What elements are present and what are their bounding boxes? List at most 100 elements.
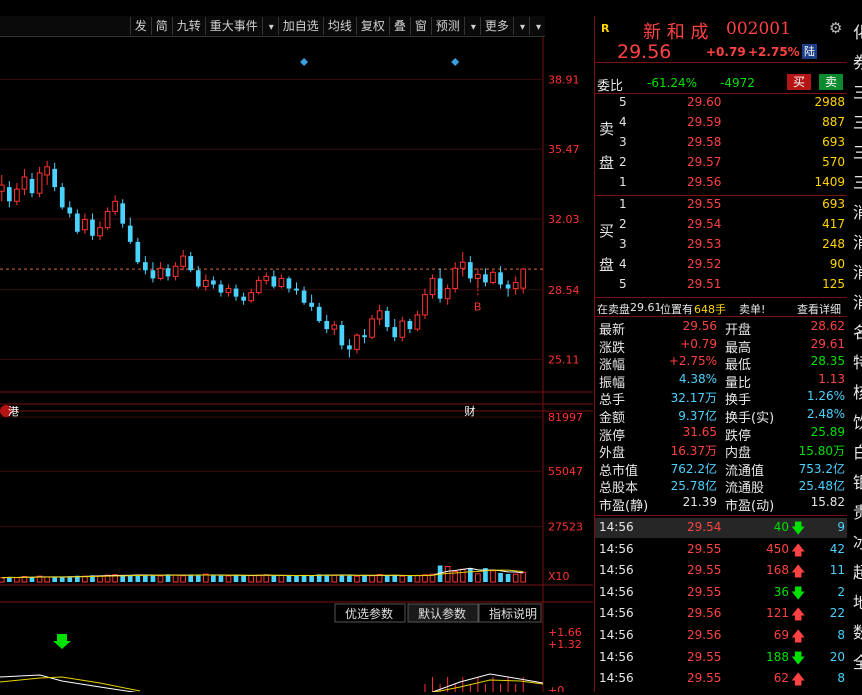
volume-bar[interactable] xyxy=(195,575,201,582)
tick-row[interactable]: 14:56 29.55 188 🡇 20 xyxy=(595,648,847,668)
volume-bar[interactable] xyxy=(414,574,421,583)
sector-label[interactable]: 消 xyxy=(853,229,862,253)
candle[interactable] xyxy=(369,314,375,340)
volume-bar[interactable] xyxy=(384,575,390,582)
candle[interactable] xyxy=(120,199,126,228)
toolbar-item-14[interactable] xyxy=(528,17,545,35)
candle[interactable] xyxy=(399,316,406,342)
candle[interactable] xyxy=(195,266,201,289)
volume-bar[interactable] xyxy=(498,572,503,582)
toolbar-item-4[interactable] xyxy=(261,17,278,35)
candle[interactable] xyxy=(339,321,345,350)
sector-label[interactable]: 化 xyxy=(853,19,862,43)
volume-bar[interactable] xyxy=(59,576,65,582)
candle[interactable] xyxy=(180,250,186,271)
candle[interactable] xyxy=(104,207,111,230)
candle[interactable] xyxy=(75,209,80,234)
financial-report-marker[interactable]: 财 xyxy=(464,404,475,418)
volume-bar[interactable] xyxy=(233,574,239,582)
volume-bar[interactable] xyxy=(278,574,285,583)
volume-bar[interactable] xyxy=(392,575,398,582)
sector-label[interactable]: 消 xyxy=(853,199,862,223)
sector-label[interactable]: 数 xyxy=(853,619,862,643)
volume-bar[interactable] xyxy=(520,571,527,583)
candle[interactable] xyxy=(233,284,239,301)
candle[interactable] xyxy=(82,213,88,234)
view-detail-link[interactable]: 查看详细 xyxy=(797,301,841,317)
volume-bar[interactable] xyxy=(399,575,406,583)
tick-row[interactable]: 14:56 29.55 168 🡅 11 xyxy=(595,561,847,581)
candle[interactable] xyxy=(36,166,43,198)
candle[interactable] xyxy=(294,282,299,295)
candle[interactable] xyxy=(0,174,5,202)
volume-bar[interactable] xyxy=(241,575,246,582)
candle[interactable] xyxy=(316,302,322,324)
volume-bar[interactable] xyxy=(354,575,360,583)
candle[interactable] xyxy=(29,172,35,198)
candle[interactable] xyxy=(127,217,133,244)
volume-bar[interactable] xyxy=(44,576,50,583)
candle[interactable] xyxy=(512,276,519,295)
volume-bar[interactable] xyxy=(505,573,511,582)
asks-price[interactable]: 29.60 xyxy=(687,95,721,109)
candle[interactable] xyxy=(331,321,338,336)
candle[interactable] xyxy=(429,274,436,299)
volume-bar[interactable] xyxy=(143,575,148,582)
bids-price[interactable]: 29.55 xyxy=(687,197,721,211)
toolbar-item-1[interactable]: 简 xyxy=(150,17,172,35)
indicator-button-2[interactable]: 指标说明 xyxy=(478,603,542,623)
tick-row[interactable]: 14:56 29.55 36 🡇 2 xyxy=(595,583,847,603)
volume-bar[interactable] xyxy=(188,574,194,582)
sector-label[interactable]: 地 xyxy=(853,589,862,613)
candle[interactable] xyxy=(143,256,148,275)
sector-label[interactable]: 超 xyxy=(853,559,862,583)
volume-bar[interactable] xyxy=(218,575,224,582)
candle[interactable] xyxy=(392,318,398,342)
bids-price[interactable]: 29.51 xyxy=(687,277,721,291)
candle[interactable] xyxy=(444,284,451,305)
sector-label[interactable]: 全 xyxy=(853,649,862,673)
toolbar-item-6[interactable]: 均线 xyxy=(322,17,356,35)
toolbar-item-2[interactable]: 九转 xyxy=(171,17,205,35)
sector-label[interactable]: 券 xyxy=(853,49,862,73)
volume-bar[interactable] xyxy=(120,575,126,582)
volume-bar[interactable] xyxy=(14,577,20,583)
sector-label[interactable]: 银 xyxy=(853,469,862,493)
volume-bar[interactable] xyxy=(248,575,255,583)
toolbar-item-7[interactable]: 复权 xyxy=(355,17,389,35)
candle[interactable] xyxy=(211,276,216,289)
sector-label[interactable]: 三 xyxy=(853,79,862,103)
sector-label[interactable]: 特 xyxy=(853,349,862,373)
candle[interactable] xyxy=(165,264,171,281)
toolbar-item-12[interactable]: 更多 xyxy=(479,17,513,35)
volume-bar[interactable] xyxy=(301,575,307,582)
event-diamond-1[interactable] xyxy=(300,58,309,66)
candle[interactable] xyxy=(67,201,73,218)
toolbar-item-5[interactable]: 加自选 xyxy=(277,17,323,35)
kline-chart[interactable]: 38.91 35.47 32.03 28.54 25.11 B 港 财 81997 55047 27… xyxy=(0,37,593,695)
candle[interactable] xyxy=(135,237,141,265)
candle[interactable] xyxy=(498,266,503,289)
sector-label[interactable]: 冰 xyxy=(853,529,862,553)
tick-row[interactable]: 14:56 29.56 69 🡅 8 xyxy=(595,626,847,646)
asks-price[interactable]: 29.58 xyxy=(687,135,721,149)
candle[interactable] xyxy=(172,262,179,281)
candle[interactable] xyxy=(188,252,194,273)
candle[interactable] xyxy=(248,288,255,303)
buy-marker[interactable]: B xyxy=(474,301,482,314)
toolbar-item-10[interactable]: 预测 xyxy=(430,17,464,35)
sector-label[interactable]: 白 xyxy=(853,439,862,463)
tick-row[interactable]: 14:56 29.55 450 🡅 42 xyxy=(595,540,847,560)
volume-bar[interactable] xyxy=(294,575,299,582)
candle[interactable] xyxy=(271,270,277,289)
volume-bar[interactable] xyxy=(369,575,375,583)
candle[interactable] xyxy=(150,262,156,283)
candle[interactable] xyxy=(422,288,428,319)
bids-price[interactable]: 29.54 xyxy=(687,217,721,231)
sector-label[interactable]: 三 xyxy=(853,139,862,163)
asks-price[interactable]: 29.56 xyxy=(687,175,721,189)
event-diamond-2[interactable] xyxy=(451,58,460,66)
candle[interactable] xyxy=(157,262,164,281)
candle[interactable] xyxy=(225,284,232,297)
toolbar-item-11[interactable] xyxy=(463,17,480,35)
